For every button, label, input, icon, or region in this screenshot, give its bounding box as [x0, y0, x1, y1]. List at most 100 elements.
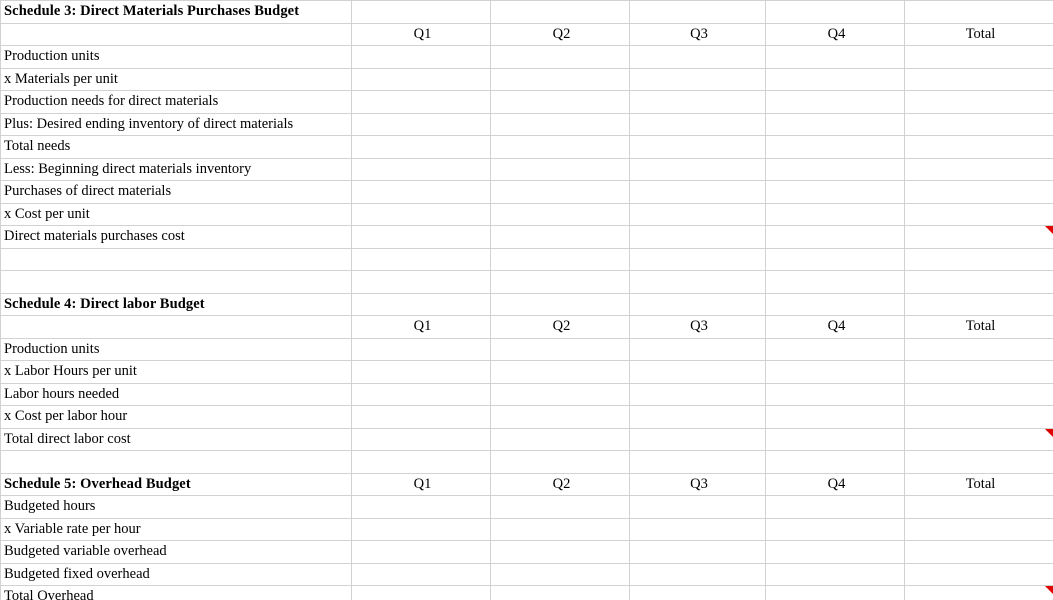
- cell-q4[interactable]: [765, 495, 905, 519]
- cell-empty[interactable]: [490, 247, 630, 271]
- cell-q4[interactable]: [765, 427, 905, 451]
- cell-q3[interactable]: [629, 202, 766, 226]
- row-label[interactable]: x Variable rate per hour: [0, 517, 352, 541]
- cell-q1[interactable]: [351, 585, 491, 600]
- column-header-q4[interactable]: Q4: [765, 315, 905, 339]
- cell-q1[interactable]: [351, 45, 491, 69]
- cell-empty[interactable]: [904, 292, 1053, 316]
- cell-empty[interactable]: [904, 247, 1053, 271]
- cell-q2[interactable]: [490, 540, 630, 564]
- cell-total[interactable]: [904, 382, 1053, 406]
- cell-q1[interactable]: [351, 495, 491, 519]
- cell-empty[interactable]: [0, 22, 352, 46]
- cell-q3[interactable]: [629, 540, 766, 564]
- cell-total[interactable]: [904, 360, 1053, 384]
- cell-q1[interactable]: [351, 540, 491, 564]
- schedule-title[interactable]: Schedule 3: Direct Materials Purchases B…: [0, 0, 352, 24]
- cell-q1[interactable]: [351, 517, 491, 541]
- cell-q4[interactable]: [765, 562, 905, 586]
- cell-q2[interactable]: [490, 382, 630, 406]
- cell-q2[interactable]: [490, 225, 630, 249]
- cell-q1[interactable]: [351, 337, 491, 361]
- cell-empty[interactable]: [765, 292, 905, 316]
- cell-q4[interactable]: [765, 382, 905, 406]
- cell-empty[interactable]: [765, 270, 905, 294]
- cell-q2[interactable]: [490, 67, 630, 91]
- cell-q3[interactable]: [629, 427, 766, 451]
- cell-empty[interactable]: [629, 247, 766, 271]
- column-header-q3[interactable]: Q3: [629, 315, 766, 339]
- cell-empty[interactable]: [351, 450, 491, 474]
- cell-q1[interactable]: [351, 135, 491, 159]
- schedule-title[interactable]: Schedule 5: Overhead Budget: [0, 472, 352, 496]
- cell-empty[interactable]: [0, 450, 352, 474]
- cell-empty[interactable]: [0, 270, 352, 294]
- column-header-total[interactable]: Total: [904, 315, 1053, 339]
- cell-empty[interactable]: [351, 0, 491, 24]
- cell-q2[interactable]: [490, 157, 630, 181]
- row-label[interactable]: x Materials per unit: [0, 67, 352, 91]
- cell-total[interactable]: [904, 337, 1053, 361]
- cell-q2[interactable]: [490, 517, 630, 541]
- cell-q1[interactable]: [351, 90, 491, 114]
- cell-q4[interactable]: [765, 90, 905, 114]
- cell-empty[interactable]: [351, 270, 491, 294]
- cell-q3[interactable]: [629, 135, 766, 159]
- cell-q3[interactable]: [629, 405, 766, 429]
- row-label[interactable]: Production units: [0, 337, 352, 361]
- cell-q1[interactable]: [351, 225, 491, 249]
- row-label[interactable]: Budgeted hours: [0, 495, 352, 519]
- row-label[interactable]: Labor hours needed: [0, 382, 352, 406]
- cell-empty[interactable]: [490, 292, 630, 316]
- cell-q3[interactable]: [629, 157, 766, 181]
- cell-empty[interactable]: [904, 450, 1053, 474]
- cell-q3[interactable]: [629, 180, 766, 204]
- cell-q4[interactable]: [765, 225, 905, 249]
- cell-total[interactable]: [904, 585, 1053, 600]
- row-label[interactable]: Purchases of direct materials: [0, 180, 352, 204]
- cell-q4[interactable]: [765, 405, 905, 429]
- cell-empty[interactable]: [351, 247, 491, 271]
- cell-q4[interactable]: [765, 337, 905, 361]
- row-label[interactable]: Less: Beginning direct materials invento…: [0, 157, 352, 181]
- cell-total[interactable]: [904, 427, 1053, 451]
- cell-q1[interactable]: [351, 382, 491, 406]
- cell-empty[interactable]: [765, 247, 905, 271]
- cell-total[interactable]: [904, 562, 1053, 586]
- column-header-q4[interactable]: Q4: [765, 472, 905, 496]
- cell-q4[interactable]: [765, 360, 905, 384]
- cell-empty[interactable]: [629, 292, 766, 316]
- row-label[interactable]: Plus: Desired ending inventory of direct…: [0, 112, 352, 136]
- cell-total[interactable]: [904, 517, 1053, 541]
- cell-q2[interactable]: [490, 112, 630, 136]
- cell-q2[interactable]: [490, 45, 630, 69]
- cell-q4[interactable]: [765, 517, 905, 541]
- row-label[interactable]: Total needs: [0, 135, 352, 159]
- row-label[interactable]: Budgeted fixed overhead: [0, 562, 352, 586]
- cell-q3[interactable]: [629, 562, 766, 586]
- cell-q1[interactable]: [351, 157, 491, 181]
- cell-empty[interactable]: [351, 292, 491, 316]
- cell-q1[interactable]: [351, 67, 491, 91]
- cell-total[interactable]: [904, 180, 1053, 204]
- row-label[interactable]: Budgeted variable overhead: [0, 540, 352, 564]
- row-label[interactable]: x Cost per unit: [0, 202, 352, 226]
- row-label[interactable]: Total Overhead: [0, 585, 352, 600]
- cell-total[interactable]: [904, 90, 1053, 114]
- row-label[interactable]: Direct materials purchases cost: [0, 225, 352, 249]
- row-label[interactable]: x Labor Hours per unit: [0, 360, 352, 384]
- cell-total[interactable]: [904, 495, 1053, 519]
- column-header-total[interactable]: Total: [904, 22, 1053, 46]
- cell-q4[interactable]: [765, 45, 905, 69]
- row-label[interactable]: Total direct labor cost: [0, 427, 352, 451]
- cell-q1[interactable]: [351, 427, 491, 451]
- cell-q1[interactable]: [351, 202, 491, 226]
- cell-total[interactable]: [904, 540, 1053, 564]
- column-header-q2[interactable]: Q2: [490, 472, 630, 496]
- schedule-title[interactable]: Schedule 4: Direct labor Budget: [0, 292, 352, 316]
- cell-q4[interactable]: [765, 180, 905, 204]
- cell-empty[interactable]: [0, 315, 352, 339]
- cell-total[interactable]: [904, 67, 1053, 91]
- column-header-q3[interactable]: Q3: [629, 472, 766, 496]
- cell-q4[interactable]: [765, 540, 905, 564]
